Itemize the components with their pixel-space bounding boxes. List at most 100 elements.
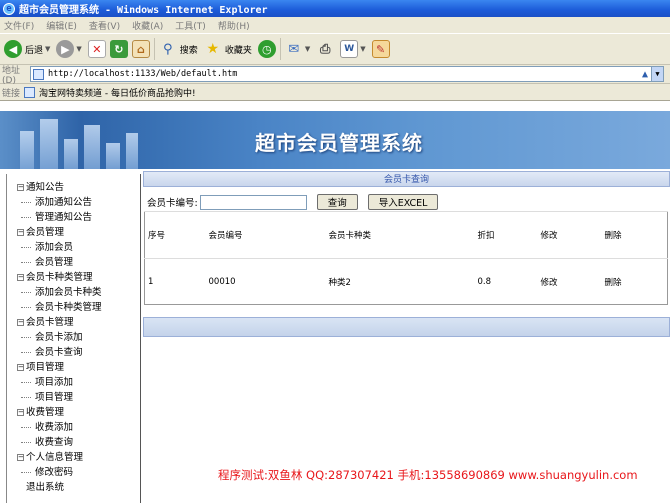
nav-item-add-card-type[interactable]: 添加会员卡种类 <box>17 285 102 300</box>
mail-button[interactable]: ✉ ▼ <box>285 40 310 58</box>
delete-link[interactable]: 删除 <box>601 258 668 305</box>
nav-item-query-card[interactable]: 会员卡查询 <box>17 345 102 360</box>
menu-favorites[interactable]: 收藏(A) <box>132 19 163 32</box>
refresh-icon[interactable]: ↻ <box>109 40 128 58</box>
nav-item-add-fee[interactable]: 收费添加 <box>17 420 102 435</box>
nav-group-label: 会员卡管理 <box>26 317 74 328</box>
nav-group-cards[interactable]: − 会员卡管理 <box>17 315 102 330</box>
collapse-icon: − <box>17 453 24 461</box>
address-label: 地址(D) <box>2 65 21 86</box>
card-number-label: 会员卡编号: <box>147 198 198 209</box>
nav-item-manage-project[interactable]: 项目管理 <box>17 390 102 405</box>
page-content: 超市会员管理系统 − 通知公告 添加通知公告 管理通知公告 − 会员管理 添加会员 … <box>0 101 670 503</box>
menu-view[interactable]: 查看(V) <box>89 19 120 32</box>
results-table: 序号 会员编号 会员卡种类 折扣 修改 删除 1 00010 种类2 0.8 修… <box>144 211 668 305</box>
nav-group-notices[interactable]: − 通知公告 <box>17 180 102 195</box>
nav-item-add-project[interactable]: 项目添加 <box>17 375 102 390</box>
menu-help[interactable]: 帮助(H) <box>218 19 250 32</box>
nav-item-logout[interactable]: 退出系统 <box>17 480 102 495</box>
toolbar-separator <box>153 38 155 60</box>
sidebar: − 通知公告 添加通知公告 管理通知公告 − 会员管理 添加会员 会员管理 − 会员卡… <box>6 174 141 503</box>
nav-group-label: 会员卡种类管理 <box>26 272 93 283</box>
search-button[interactable]: ⚲ 搜索 <box>159 40 198 58</box>
page-icon <box>33 68 44 80</box>
edit-link[interactable]: 修改 <box>537 258 602 305</box>
messenger-icon[interactable]: ✎ <box>371 40 390 58</box>
nav-group-label: 会员管理 <box>26 227 65 238</box>
panel-footer <box>143 317 670 337</box>
column-header: 会员编号 <box>205 211 326 259</box>
nav-group-label: 项目管理 <box>26 362 65 373</box>
nav-group-members[interactable]: − 会员管理 <box>17 225 102 240</box>
menu-tools[interactable]: 工具(T) <box>175 19 206 32</box>
address-dropdown-icon[interactable]: ▼ <box>651 67 663 81</box>
mail-dropdown-icon: ▼ <box>304 45 311 53</box>
browser-window: e 超市会员管理系统 - Windows Internet Explorer 文… <box>0 0 670 503</box>
search-row: 会员卡编号: 查询 导入EXCEL <box>147 194 439 210</box>
back-dropdown-icon: ▼ <box>45 45 51 53</box>
collapse-icon: − <box>17 228 24 236</box>
menu-edit[interactable]: 编辑(E) <box>46 19 77 32</box>
main-panel: 会员卡查询 会员卡编号: 查询 导入EXCEL 序号 会员编号 会员卡种类 折扣… <box>141 169 670 503</box>
collapse-icon: − <box>17 318 24 326</box>
menu-bar: 文件(F) 编辑(E) 查看(V) 收藏(A) 工具(T) 帮助(H) <box>0 17 670 33</box>
collapse-icon: − <box>17 408 24 416</box>
column-header: 折扣 <box>474 211 538 259</box>
stop-icon[interactable]: ✕ <box>87 40 106 58</box>
home-icon[interactable]: ⌂ <box>131 40 150 58</box>
column-header: 会员卡种类 <box>325 211 475 259</box>
table-row: 1 00010 种类2 0.8 修改 删除 <box>144 258 668 305</box>
favorites-label: 收藏夹 <box>224 45 252 56</box>
word-edit-icon: W <box>340 40 359 58</box>
column-header: 修改 <box>537 211 602 259</box>
toolbar: ◀ 后退 ▼ ▶ ▼ ✕ ↻ ⌂ ⚲ 搜索 ★ 收藏夹 ◷ ✉ ▼ ⎙ W ▼ … <box>0 33 670 65</box>
page-icon <box>24 86 35 98</box>
nav-item-manage-card-type[interactable]: 会员卡种类管理 <box>17 300 102 315</box>
address-url: http://localhost:1133/Web/default.htm <box>48 69 238 79</box>
back-label: 后退 <box>25 45 44 56</box>
favorites-star-icon: ★ <box>206 41 220 57</box>
collapse-icon: − <box>17 183 24 191</box>
forward-button[interactable]: ▶ ▼ <box>56 40 82 58</box>
favorites-button[interactable]: ★ 收藏夹 <box>204 40 252 58</box>
ie-logo-icon: e <box>3 2 15 15</box>
export-excel-button[interactable]: 导入EXCEL <box>367 194 439 210</box>
nav-item-add-notice[interactable]: 添加通知公告 <box>17 195 102 210</box>
nav-item-manage-notice[interactable]: 管理通知公告 <box>17 210 102 225</box>
nav-group-card-types[interactable]: − 会员卡种类管理 <box>17 270 102 285</box>
back-button[interactable]: ◀ 后退 ▼ <box>4 40 50 58</box>
compat-icon: ▲ <box>641 68 648 80</box>
footer-credit: 程序测试:双鱼林 QQ:287307421 手机:13558690869 www… <box>218 468 638 482</box>
back-arrow-icon: ◀ <box>4 40 22 58</box>
nav-group-profile[interactable]: − 个人信息管理 <box>17 450 102 465</box>
collapse-icon: − <box>17 273 24 281</box>
toolbar-separator <box>279 38 281 60</box>
search-label: 搜索 <box>179 45 198 56</box>
column-header: 序号 <box>144 211 206 259</box>
nav-item-add-card[interactable]: 会员卡添加 <box>17 330 102 345</box>
address-input[interactable]: http://localhost:1133/Web/default.htm ▲ … <box>30 66 664 82</box>
nav-item-add-member[interactable]: 添加会员 <box>17 240 102 255</box>
links-bar: 链接 淘宝网特卖频道 - 每日低价商品抢购中! <box>0 84 670 101</box>
nav-group-label: 个人信息管理 <box>26 452 84 463</box>
card-number-input[interactable] <box>199 194 307 210</box>
history-icon[interactable]: ◷ <box>257 40 276 58</box>
nav-item-query-fee[interactable]: 收费查询 <box>17 435 102 450</box>
nav-item-change-password[interactable]: 修改密码 <box>17 465 102 480</box>
query-button[interactable]: 查询 <box>316 194 358 210</box>
nav-group-projects[interactable]: − 项目管理 <box>17 360 102 375</box>
links-item[interactable]: 淘宝网特卖频道 - 每日低价商品抢购中! <box>24 86 196 99</box>
title-bar: e 超市会员管理系统 - Windows Internet Explorer <box>0 0 670 17</box>
print-icon[interactable]: ⎙ <box>316 40 334 58</box>
mail-icon: ✉ <box>288 41 300 57</box>
edit-button[interactable]: W ▼ <box>340 40 366 58</box>
nav-group-fees[interactable]: − 收费管理 <box>17 405 102 420</box>
menu-file[interactable]: 文件(F) <box>4 19 34 32</box>
nav-group-label: 通知公告 <box>26 182 65 193</box>
nav-item-manage-member[interactable]: 会员管理 <box>17 255 102 270</box>
cell-member-id: 00010 <box>205 258 326 305</box>
cell-card-type: 种类2 <box>325 258 475 305</box>
collapse-icon: − <box>17 363 24 371</box>
page-title: 超市会员管理系统 <box>255 131 423 155</box>
table-header-row: 序号 会员编号 会员卡种类 折扣 修改 删除 <box>144 211 668 259</box>
